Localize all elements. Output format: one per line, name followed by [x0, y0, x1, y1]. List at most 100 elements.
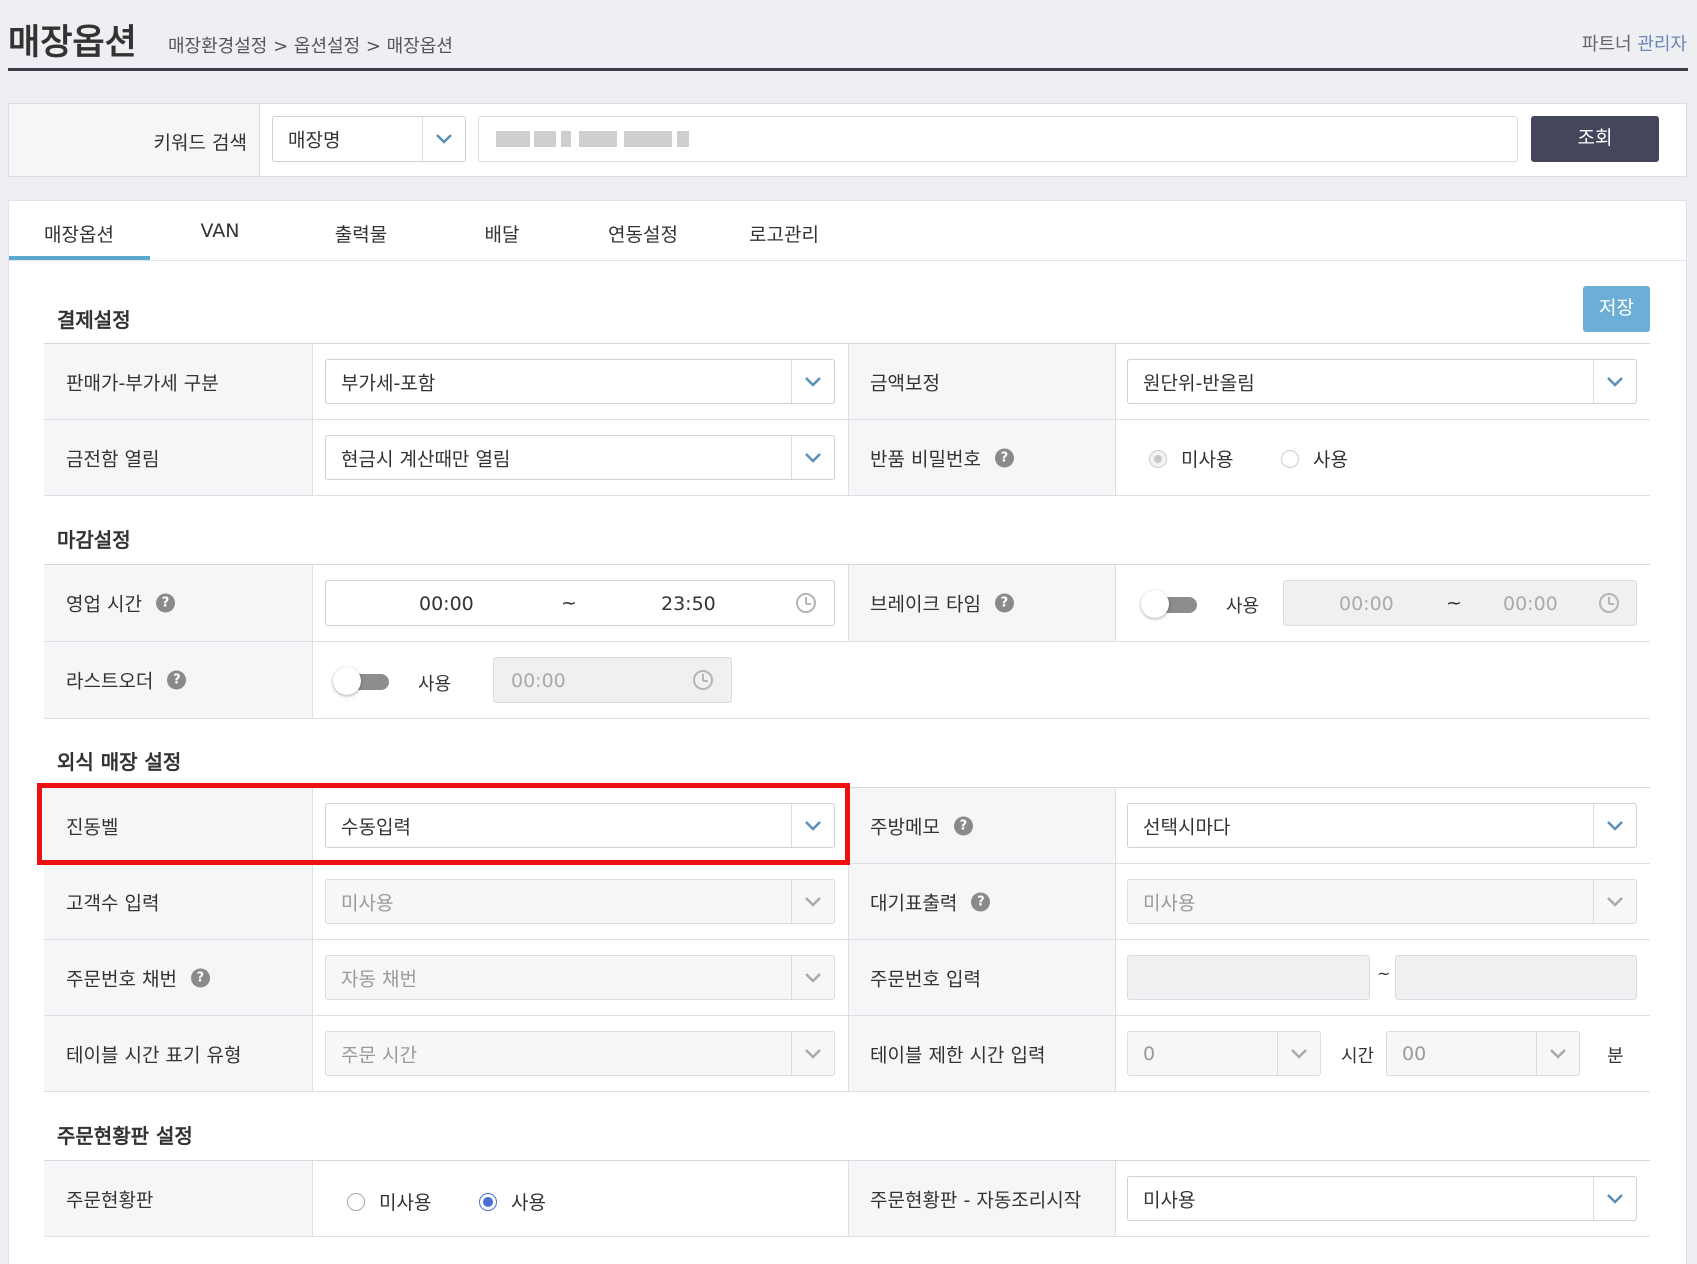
- guest-select[interactable]: 미사용: [325, 879, 835, 924]
- order-no-end-input[interactable]: [1395, 955, 1637, 1000]
- closing-row-2: 라스트오더?: [44, 642, 1650, 719]
- table-time-type-select[interactable]: 주문 시간: [325, 1031, 835, 1076]
- closing-section-title: 마감설정: [57, 528, 131, 552]
- kitchen-memo-select[interactable]: 선택시마다: [1127, 803, 1637, 848]
- table-limit-label: 테이블 제한 시간 입력: [870, 1044, 1046, 1066]
- break-time-input[interactable]: 00:00 ~ 00:00: [1283, 580, 1637, 626]
- auto-cook-label-cell: 주문현황판 - 자동조리시작: [848, 1161, 1115, 1236]
- drawer-select[interactable]: 현금시 계산때만 열림: [325, 435, 835, 480]
- queue-value: 미사용: [1143, 892, 1196, 914]
- help-icon[interactable]: ?: [953, 816, 973, 835]
- drawer-value: 현금시 계산때만 열림: [341, 448, 511, 470]
- tab-logo[interactable]: 로고관리: [714, 220, 854, 247]
- hours-unit-label: 시간: [1341, 1046, 1375, 1067]
- breadcrumb: 매장환경설정 > 옵션설정 > 매장옵션: [168, 36, 453, 57]
- search-keyword-input[interactable]: [478, 116, 1518, 162]
- table-time-type-label: 테이블 시간 표기 유형: [66, 1044, 242, 1066]
- blurred-text: [624, 131, 672, 147]
- tab-printouts[interactable]: 출력물: [291, 220, 431, 247]
- blurred-text: [579, 131, 617, 147]
- vat-select[interactable]: 부가세-포함: [325, 359, 835, 404]
- partner-admin: 파트너 관리자: [1582, 30, 1687, 56]
- auto-cook-select[interactable]: 미사용: [1127, 1176, 1637, 1221]
- refund-pw-radio-off[interactable]: 미사용: [1149, 445, 1233, 472]
- header-divider: [8, 68, 1688, 71]
- save-button[interactable]: 저장: [1583, 286, 1650, 332]
- vat-label: 판매가-부가세 구분: [66, 372, 219, 394]
- business-hours-input[interactable]: 00:00 ~ 23:50: [325, 580, 835, 626]
- hours-sep: ~: [561, 592, 577, 614]
- kitchen-memo-text: 주방메모: [870, 816, 940, 838]
- amount-select[interactable]: 원단위-반올림: [1127, 359, 1637, 404]
- tab-van[interactable]: VAN: [150, 220, 290, 242]
- search-type-value: 매장명: [288, 129, 341, 152]
- help-icon[interactable]: ?: [155, 593, 175, 613]
- board-radio-on[interactable]: 사용: [479, 1188, 546, 1215]
- order-no-start-input[interactable]: [1127, 955, 1370, 1000]
- clock-icon: [693, 670, 713, 690]
- refund-pw-label: 반품 비밀번호?: [870, 444, 1014, 471]
- tab-bar: 매장옵션 VAN 출력물 배달 연동설정 로고관리: [9, 201, 1686, 261]
- auto-cook-value: 미사용: [1143, 1189, 1196, 1211]
- break-time-toggle[interactable]: [1141, 590, 1197, 618]
- refund-pw-text: 반품 비밀번호: [870, 448, 981, 470]
- help-icon[interactable]: ?: [167, 670, 187, 690]
- break-use-label: 사용: [1226, 596, 1260, 617]
- active-tab-indicator: [9, 256, 150, 260]
- order-no-text: 주문번호 채번: [66, 968, 177, 990]
- last-order-label: 라스트오더?: [66, 667, 187, 694]
- help-icon[interactable]: ?: [994, 593, 1014, 613]
- last-order-label-cell: 라스트오더?: [44, 642, 312, 718]
- search-button[interactable]: 조회: [1531, 116, 1659, 162]
- guest-label: 고객수 입력: [66, 892, 160, 914]
- table-limit-minutes-select[interactable]: 00: [1386, 1031, 1580, 1076]
- amount-label: 금액보정: [870, 372, 940, 394]
- break-label-cell: 브레이크 타임?: [848, 565, 1115, 641]
- chevron-down-icon: [1536, 1032, 1579, 1075]
- vat-label-cell: 판매가-부가세 구분: [44, 344, 312, 419]
- radio-icon: [1149, 449, 1167, 468]
- radio-icon: [479, 1192, 497, 1211]
- queue-label: 대기표출력?: [870, 888, 991, 915]
- radio-icon: [347, 1192, 365, 1211]
- admin-link[interactable]: 관리자: [1637, 34, 1687, 55]
- hours-label-cell: 영업 시간?: [44, 565, 312, 641]
- blurred-text: [561, 131, 571, 147]
- hours-start: 00:00: [419, 593, 474, 615]
- amount-label-cell: 금액보정: [848, 344, 1115, 419]
- board-radio-off[interactable]: 미사용: [347, 1188, 431, 1215]
- break-label: 브레이크 타임?: [870, 590, 1014, 617]
- last-order-time: 00:00: [511, 670, 566, 692]
- tab-store-options[interactable]: 매장옵션: [9, 220, 149, 247]
- chevron-down-icon: [791, 956, 834, 999]
- drawer-label: 금전함 열림: [66, 448, 160, 470]
- guest-value: 미사용: [341, 892, 394, 914]
- last-order-time-input[interactable]: 00:00: [493, 657, 732, 703]
- refund-pw-radio-on[interactable]: 사용: [1281, 445, 1348, 472]
- order-no-select[interactable]: 자동 채번: [325, 955, 835, 1000]
- toggle-knob: [333, 667, 361, 695]
- chevron-down-icon: [791, 1032, 834, 1075]
- search-label: 키워드 검색: [153, 132, 247, 154]
- chevron-down-icon: [422, 117, 465, 161]
- clock-icon: [796, 593, 816, 613]
- table-limit-hours-select[interactable]: 0: [1127, 1031, 1321, 1076]
- radio-icon: [1281, 449, 1299, 468]
- help-icon[interactable]: ?: [971, 892, 991, 911]
- tab-integration[interactable]: 연동설정: [573, 220, 713, 247]
- queue-select[interactable]: 미사용: [1127, 879, 1637, 924]
- table-limit-label-cell: 테이블 제한 시간 입력: [848, 1016, 1115, 1091]
- blurred-text: [677, 131, 689, 147]
- queue-label-cell: 대기표출력?: [848, 864, 1115, 939]
- last-order-toggle[interactable]: [333, 667, 389, 695]
- table-limit-hours-value: 0: [1143, 1042, 1156, 1065]
- chevron-down-icon: [791, 880, 834, 923]
- last-order-text: 라스트오더: [66, 670, 154, 693]
- search-label-cell: 키워드 검색: [9, 104, 260, 176]
- dine-section-title: 외식 매장 설정: [57, 750, 182, 774]
- order-no-value: 자동 채번: [341, 968, 417, 990]
- help-icon[interactable]: ?: [994, 448, 1014, 467]
- tab-delivery[interactable]: 배달: [432, 220, 572, 247]
- search-type-select[interactable]: 매장명: [272, 116, 466, 162]
- help-icon[interactable]: ?: [190, 968, 210, 987]
